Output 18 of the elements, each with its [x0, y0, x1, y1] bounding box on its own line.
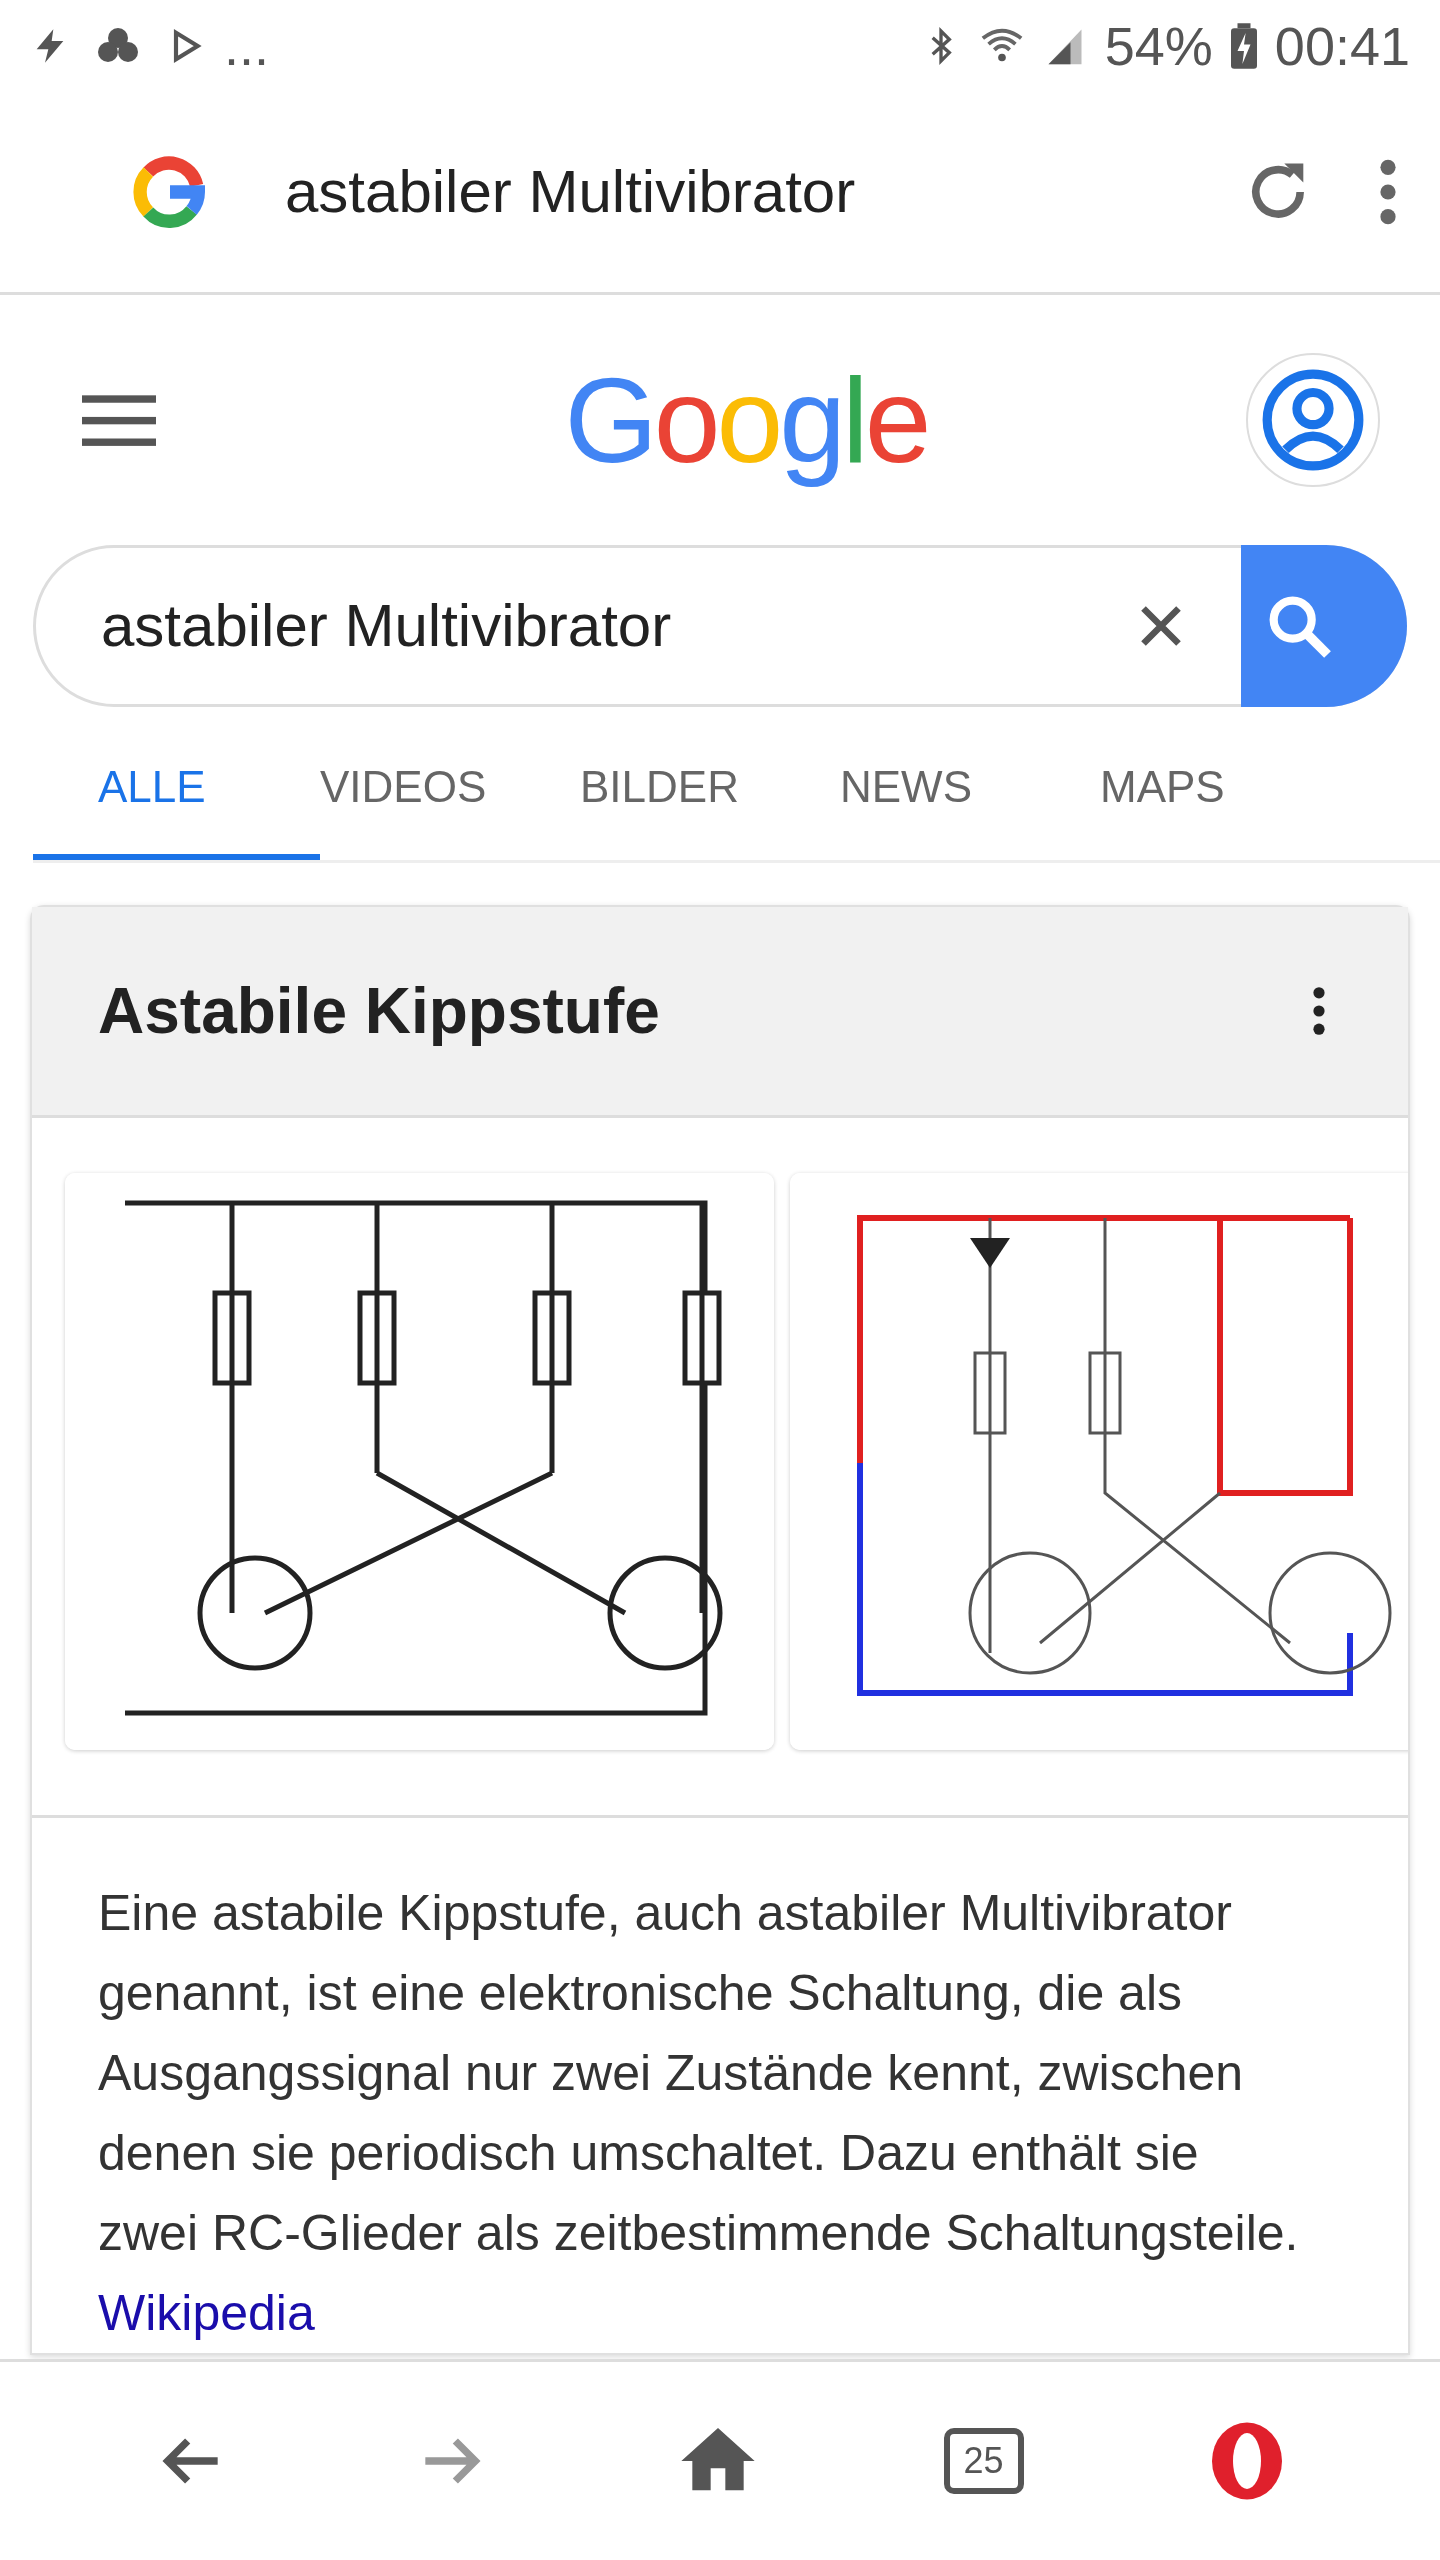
tabs-button[interactable]: 25 [943, 2428, 1024, 2495]
source-link[interactable]: Wikipedia [98, 2284, 315, 2341]
search-tab[interactable]: ALLE [33, 741, 320, 860]
search-field[interactable]: astabiler Multivibrator [33, 544, 1407, 707]
clock: 00:41 [1274, 15, 1410, 77]
search-tab[interactable]: NEWS [840, 741, 1100, 860]
battery-icon [1230, 23, 1257, 69]
search-tab[interactable]: MAPS [1100, 741, 1360, 860]
google-logo: Google [564, 351, 928, 489]
search-tab[interactable]: VIDEOS [320, 741, 580, 860]
url-field[interactable]: astabiler Multivibrator [285, 157, 1180, 227]
description-text: Eine astabile Kippstufe, auch astabiler Multivibrator genannt, ist eine elektronische Schaltung, die als Ausgangssignal nur zwei Zustände kennt, zwischen denen sie periodisch umschaltet. Dazu enthält sie zwei RC-Glieder als zeitbestimmende Schaltungsteile. Wikipedia [98, 1883, 1300, 2343]
search-tab[interactable]: BILDER [580, 741, 840, 860]
battery-percentage: 54% [1104, 15, 1213, 77]
account-button[interactable] [1246, 352, 1380, 487]
card-title: Astabile Kippstufe [98, 973, 660, 1048]
search-button[interactable] [1241, 544, 1407, 707]
more-notifications: ... [224, 15, 269, 77]
